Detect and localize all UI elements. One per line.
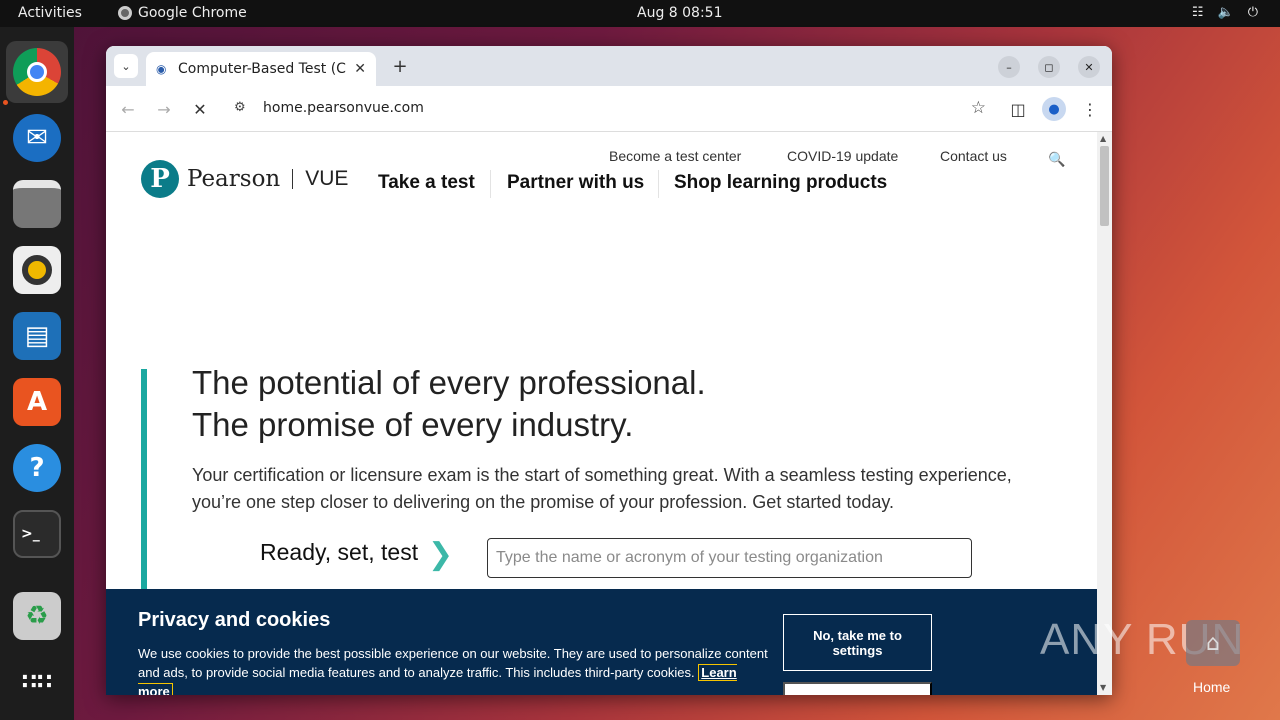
home-folder-label: Home bbox=[1193, 679, 1231, 695]
chevron-right-icon: ❯ bbox=[428, 537, 454, 572]
nav-covid-update[interactable]: COVID-19 update bbox=[787, 148, 898, 164]
hero-headline-line1: The potential of every professional. bbox=[192, 364, 706, 401]
dock-thunderbird[interactable]: ✉ bbox=[6, 107, 68, 169]
address-bar[interactable]: ⚙ home.pearsonvue.com ☆ bbox=[224, 91, 994, 127]
close-tab-icon[interactable]: ✕ bbox=[354, 61, 366, 77]
cookie-banner: Privacy and cookies We use cookies to pr… bbox=[106, 589, 1097, 695]
app-name: Google Chrome bbox=[138, 5, 247, 21]
app-center-icon: A bbox=[13, 378, 61, 426]
testing-organization-search-input[interactable] bbox=[487, 538, 972, 578]
cookie-settings-button[interactable]: No, take me to settings bbox=[783, 614, 932, 671]
files-icon bbox=[13, 180, 61, 228]
help-icon: ? bbox=[13, 444, 61, 492]
dock: ✉ ▤ A ? >_ ♻ ∷∷ bbox=[0, 27, 74, 720]
web-page: P Pearson VUE Become a test center COVID… bbox=[106, 132, 1097, 695]
top-bar: Activities Google Chrome Aug 8 08:51 ☷ 🔈… bbox=[0, 0, 1280, 27]
side-panel-icon: ◫ bbox=[1010, 99, 1026, 119]
page-scrollbar[interactable]: ▲ ▼ bbox=[1097, 132, 1112, 695]
close-icon: ✕ bbox=[1084, 60, 1094, 74]
site-info-icon[interactable]: ⚙ bbox=[234, 100, 246, 115]
app-menu[interactable]: Google Chrome bbox=[118, 5, 247, 21]
kebab-menu-icon: ⋮ bbox=[1082, 99, 1098, 119]
hero-headline-line2: The promise of every industry. bbox=[192, 406, 634, 443]
side-panel-button[interactable]: ◫ bbox=[1006, 97, 1030, 121]
ready-set-test-label: Ready, set, test bbox=[260, 539, 419, 565]
clock[interactable]: Aug 8 08:51 bbox=[637, 5, 723, 21]
dock-help[interactable]: ? bbox=[6, 437, 68, 499]
dock-files[interactable] bbox=[6, 173, 68, 235]
system-tray[interactable]: ☷ 🔈 ⏻ bbox=[1192, 5, 1258, 20]
dock-app-center[interactable]: A bbox=[6, 371, 68, 433]
cookie-banner-title: Privacy and cookies bbox=[138, 609, 331, 631]
arrow-right-icon: → bbox=[157, 99, 171, 119]
logo-product: VUE bbox=[305, 167, 349, 190]
url-text: home.pearsonvue.com bbox=[263, 100, 424, 116]
tab-pearson[interactable]: ◉ Computer-Based Test (C ✕ bbox=[146, 52, 376, 86]
grid-icon: ∷∷ bbox=[21, 669, 53, 695]
trash-icon: ♻ bbox=[13, 592, 61, 640]
minimize-button[interactable]: – bbox=[998, 56, 1020, 78]
chrome-icon bbox=[13, 48, 61, 96]
dock-rhythmbox[interactable] bbox=[6, 239, 68, 301]
scroll-up-icon[interactable]: ▲ bbox=[1100, 134, 1106, 143]
new-tab-button[interactable]: + bbox=[388, 54, 412, 78]
cookie-accept-button[interactable] bbox=[783, 682, 932, 695]
nav-shop-learning-products[interactable]: Shop learning products bbox=[674, 172, 887, 194]
maximize-button[interactable]: ◻ bbox=[1038, 56, 1060, 78]
terminal-icon: >_ bbox=[13, 510, 61, 558]
profile-avatar[interactable]: ● bbox=[1042, 97, 1066, 121]
cookie-banner-text: We use cookies to provide the best possi… bbox=[138, 644, 768, 695]
stop-button[interactable]: ✕ bbox=[188, 97, 212, 121]
menu-button[interactable]: ⋮ bbox=[1078, 97, 1102, 121]
nav-partner-with-us[interactable]: Partner with us bbox=[507, 172, 644, 194]
logo-divider bbox=[292, 169, 294, 189]
minimize-icon: – bbox=[1006, 60, 1012, 74]
nav-divider bbox=[490, 170, 491, 198]
nav-contact-us[interactable]: Contact us bbox=[940, 148, 1007, 164]
star-icon[interactable]: ☆ bbox=[971, 98, 986, 118]
back-button[interactable]: ← bbox=[116, 97, 140, 121]
writer-icon: ▤ bbox=[13, 312, 61, 360]
arrow-left-icon: ← bbox=[121, 99, 135, 119]
browser-toolbar: ← → ✕ ⚙ home.pearsonvue.com ☆ ◫ ● ⋮ bbox=[106, 86, 1112, 132]
dock-writer[interactable]: ▤ bbox=[6, 305, 68, 367]
close-window-button[interactable]: ✕ bbox=[1078, 56, 1100, 78]
activities-button[interactable]: Activities bbox=[18, 5, 82, 21]
power-icon: ⏻ bbox=[1247, 5, 1258, 20]
dock-chrome[interactable] bbox=[6, 41, 68, 103]
chevron-down-icon: ⌄ bbox=[121, 59, 131, 73]
pearson-vue-logo[interactable]: P Pearson VUE bbox=[141, 160, 348, 198]
network-icon: ☷ bbox=[1191, 5, 1204, 20]
logo-brand: Pearson bbox=[187, 166, 281, 192]
volume-icon: 🔈 bbox=[1217, 5, 1234, 20]
maximize-icon: ◻ bbox=[1044, 60, 1054, 74]
forward-button[interactable]: → bbox=[152, 97, 176, 121]
nav-take-a-test[interactable]: Take a test bbox=[378, 172, 475, 194]
pearson-logo-icon: P bbox=[141, 160, 179, 198]
tab-strip: ⌄ ◉ Computer-Based Test (C ✕ + – ◻ ✕ bbox=[106, 46, 1112, 86]
scroll-down-icon[interactable]: ▼ bbox=[1100, 683, 1106, 692]
search-icon[interactable]: 🔍 bbox=[1048, 152, 1065, 168]
nav-become-test-center[interactable]: Become a test center bbox=[609, 148, 741, 164]
stop-icon: ✕ bbox=[193, 99, 207, 119]
home-folder-icon[interactable]: ⌂ bbox=[1186, 620, 1240, 666]
cookie-description: We use cookies to provide the best possi… bbox=[138, 646, 768, 680]
nav-divider bbox=[658, 170, 659, 198]
rhythmbox-icon bbox=[13, 246, 61, 294]
chrome-icon bbox=[118, 6, 132, 20]
thunderbird-icon: ✉ bbox=[13, 114, 61, 162]
tab-title: Computer-Based Test (C bbox=[178, 61, 346, 77]
person-icon: ● bbox=[1048, 101, 1060, 117]
hero-body-text: Your certification or licensure exam is … bbox=[192, 465, 1012, 512]
dock-trash[interactable]: ♻ bbox=[6, 585, 68, 647]
dock-terminal[interactable]: >_ bbox=[6, 503, 68, 565]
scroll-thumb[interactable] bbox=[1100, 146, 1109, 226]
favicon-icon: ◉ bbox=[156, 62, 167, 76]
tab-search-button[interactable]: ⌄ bbox=[114, 54, 138, 78]
running-indicator bbox=[3, 100, 8, 105]
dock-show-apps[interactable]: ∷∷ bbox=[6, 651, 68, 713]
browser-window: ⌄ ◉ Computer-Based Test (C ✕ + – ◻ ✕ ← →… bbox=[106, 46, 1112, 695]
plus-icon: + bbox=[392, 55, 408, 77]
